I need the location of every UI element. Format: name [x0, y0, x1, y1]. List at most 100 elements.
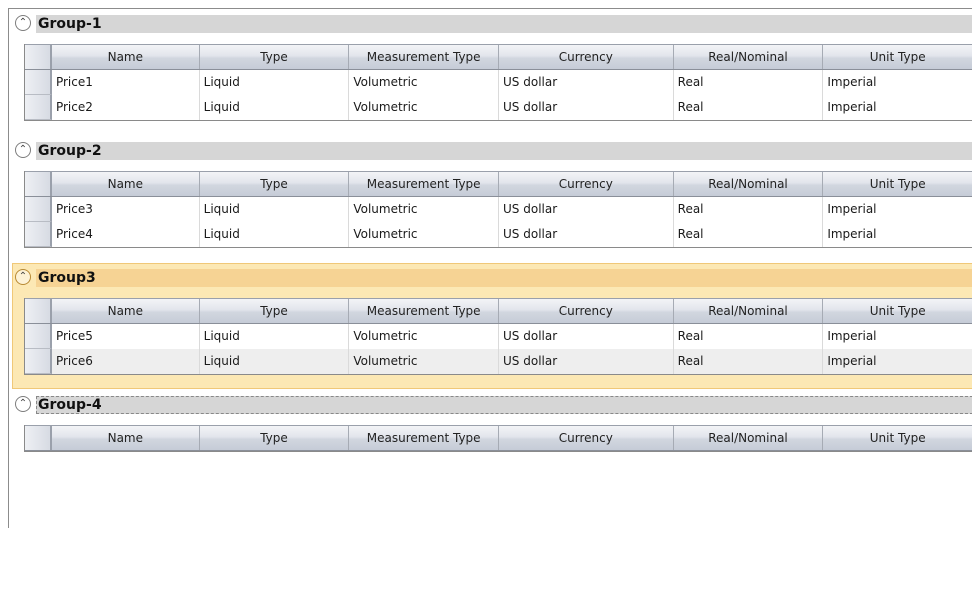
- cell-type[interactable]: Liquid: [200, 324, 350, 349]
- cell-measurement-type[interactable]: Volumetric: [349, 349, 500, 374]
- cell-unit-type[interactable]: Imperial: [823, 70, 972, 95]
- cell-measurement-type[interactable]: Volumetric: [349, 324, 500, 349]
- cell-name[interactable]: Price1: [52, 70, 200, 95]
- cell-unit-type[interactable]: Imperial: [823, 197, 972, 222]
- column-header-unit-type[interactable]: Unit Type: [823, 299, 972, 323]
- cell-real-nominal[interactable]: Real: [674, 324, 824, 349]
- chevron-up-icon[interactable]: ⌃: [15, 142, 31, 158]
- cell-real-nominal[interactable]: Real: [674, 349, 824, 374]
- column-header-name[interactable]: Name: [52, 172, 200, 196]
- select-all-cell[interactable]: [25, 426, 52, 450]
- group-panel: ⌃ Group-2 Name Type Measurement Type Cur…: [9, 136, 972, 261]
- cell-measurement-type[interactable]: Volumetric: [349, 95, 500, 120]
- row-selector[interactable]: [25, 222, 52, 247]
- column-header-measurement-type[interactable]: Measurement Type: [349, 299, 500, 323]
- group-header-bar[interactable]: [36, 396, 972, 414]
- table-row[interactable]: Price4 Liquid Volumetric US dollar Real …: [25, 222, 972, 247]
- row-selector[interactable]: [25, 197, 52, 222]
- group-title: Group-4: [38, 397, 102, 413]
- data-grid: Name Type Measurement Type Currency Real…: [24, 425, 972, 452]
- header-row: Name Type Measurement Type Currency Real…: [25, 171, 972, 197]
- select-all-cell[interactable]: [25, 172, 52, 196]
- column-header-name[interactable]: Name: [52, 45, 200, 69]
- cell-measurement-type[interactable]: Volumetric: [349, 222, 500, 247]
- row-selector[interactable]: [25, 70, 52, 95]
- header-row: Name Type Measurement Type Currency Real…: [25, 425, 972, 451]
- column-header-measurement-type[interactable]: Measurement Type: [349, 172, 500, 196]
- cell-currency[interactable]: US dollar: [499, 222, 674, 247]
- group-header-bar[interactable]: [36, 15, 972, 33]
- chevron-up-icon[interactable]: ⌃: [15, 269, 31, 285]
- group-panel: ⌃ Group-4 Name Type Measurement Type Cur…: [9, 390, 972, 470]
- cell-real-nominal[interactable]: Real: [674, 197, 824, 222]
- cell-measurement-type[interactable]: Volumetric: [349, 70, 500, 95]
- cell-currency[interactable]: US dollar: [499, 70, 674, 95]
- table-row[interactable]: Price6 Liquid Volumetric US dollar Real …: [25, 349, 972, 374]
- cell-unit-type[interactable]: Imperial: [823, 222, 972, 247]
- cell-type[interactable]: Liquid: [200, 70, 350, 95]
- column-header-real-nominal[interactable]: Real/Nominal: [674, 172, 824, 196]
- cell-real-nominal[interactable]: Real: [674, 95, 824, 120]
- column-header-real-nominal[interactable]: Real/Nominal: [674, 426, 824, 450]
- group-title: Group-1: [38, 16, 102, 32]
- row-selector[interactable]: [25, 324, 52, 349]
- table-row[interactable]: Price5 Liquid Volumetric US dollar Real …: [25, 324, 972, 349]
- table-row[interactable]: Price1 Liquid Volumetric US dollar Real …: [25, 70, 972, 95]
- cell-type[interactable]: Liquid: [200, 197, 350, 222]
- column-header-measurement-type[interactable]: Measurement Type: [349, 426, 500, 450]
- column-header-unit-type[interactable]: Unit Type: [823, 426, 972, 450]
- cell-name[interactable]: Price3: [52, 197, 200, 222]
- cell-unit-type[interactable]: Imperial: [823, 349, 972, 374]
- column-header-type[interactable]: Type: [200, 299, 350, 323]
- data-grid: Name Type Measurement Type Currency Real…: [24, 298, 972, 375]
- cell-measurement-type[interactable]: Volumetric: [349, 197, 500, 222]
- group-panel: ⌃ Group-1 Name Type Measurement Type Cur…: [9, 9, 972, 134]
- column-header-currency[interactable]: Currency: [499, 172, 674, 196]
- cell-currency[interactable]: US dollar: [499, 197, 674, 222]
- table-row[interactable]: Price2 Liquid Volumetric US dollar Real …: [25, 95, 972, 120]
- cell-unit-type[interactable]: Imperial: [823, 324, 972, 349]
- column-header-type[interactable]: Type: [200, 426, 350, 450]
- column-header-currency[interactable]: Currency: [499, 299, 674, 323]
- header-row: Name Type Measurement Type Currency Real…: [25, 44, 972, 70]
- cell-type[interactable]: Liquid: [200, 222, 350, 247]
- group-header-bar[interactable]: [36, 269, 972, 287]
- data-grid: Name Type Measurement Type Currency Real…: [24, 171, 972, 248]
- column-header-type[interactable]: Type: [200, 172, 350, 196]
- cell-currency[interactable]: US dollar: [499, 95, 674, 120]
- cell-real-nominal[interactable]: Real: [674, 70, 824, 95]
- grouped-grid-container: ⌃ Group-1 Name Type Measurement Type Cur…: [8, 8, 972, 528]
- column-header-real-nominal[interactable]: Real/Nominal: [674, 45, 824, 69]
- column-header-name[interactable]: Name: [52, 426, 200, 450]
- cell-real-nominal[interactable]: Real: [674, 222, 824, 247]
- group-panel-selected: ⌃ Group3 Name Type Measurement Type Curr…: [9, 263, 972, 391]
- chevron-up-icon[interactable]: ⌃: [15, 396, 31, 412]
- column-header-unit-type[interactable]: Unit Type: [823, 172, 972, 196]
- cell-name[interactable]: Price5: [52, 324, 200, 349]
- column-header-type[interactable]: Type: [200, 45, 350, 69]
- column-header-currency[interactable]: Currency: [499, 426, 674, 450]
- select-all-cell[interactable]: [25, 45, 52, 69]
- cell-unit-type[interactable]: Imperial: [823, 95, 972, 120]
- cell-name[interactable]: Price2: [52, 95, 200, 120]
- column-header-unit-type[interactable]: Unit Type: [823, 45, 972, 69]
- group-title: Group-2: [38, 143, 102, 159]
- cell-type[interactable]: Liquid: [200, 95, 350, 120]
- chevron-up-icon[interactable]: ⌃: [15, 15, 31, 31]
- select-all-cell[interactable]: [25, 299, 52, 323]
- cell-name[interactable]: Price6: [52, 349, 200, 374]
- column-header-measurement-type[interactable]: Measurement Type: [349, 45, 500, 69]
- column-header-name[interactable]: Name: [52, 299, 200, 323]
- column-header-currency[interactable]: Currency: [499, 45, 674, 69]
- row-selector[interactable]: [25, 349, 52, 374]
- table-row[interactable]: Price3 Liquid Volumetric US dollar Real …: [25, 197, 972, 222]
- cell-name[interactable]: Price4: [52, 222, 200, 247]
- group-header-bar[interactable]: [36, 142, 972, 160]
- header-row: Name Type Measurement Type Currency Real…: [25, 298, 972, 324]
- cell-currency[interactable]: US dollar: [499, 324, 674, 349]
- data-grid: Name Type Measurement Type Currency Real…: [24, 44, 972, 121]
- cell-type[interactable]: Liquid: [200, 349, 350, 374]
- row-selector[interactable]: [25, 95, 52, 120]
- column-header-real-nominal[interactable]: Real/Nominal: [674, 299, 824, 323]
- cell-currency[interactable]: US dollar: [499, 349, 674, 374]
